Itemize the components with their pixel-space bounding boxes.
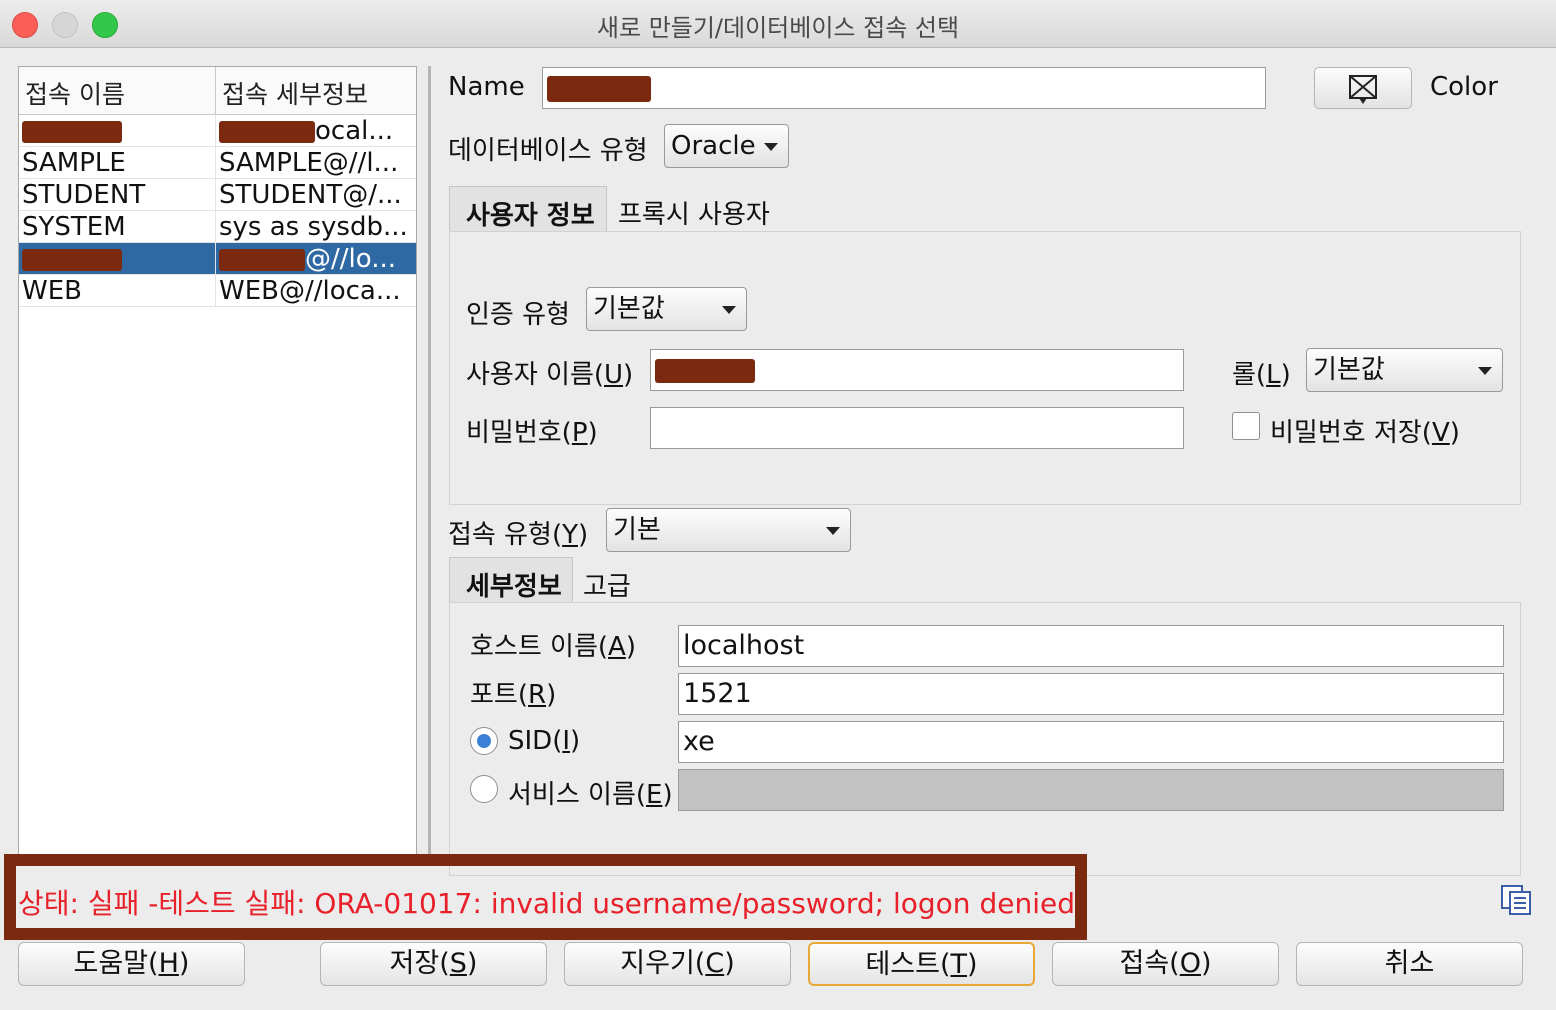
chevron-down-icon — [764, 143, 778, 151]
role-label: 롤(L) — [1232, 360, 1291, 390]
title-bar: 새로 만들기/데이터베이스 접속 선택 — [0, 0, 1556, 48]
connection-name: SYSTEM — [19, 211, 216, 242]
db-type-select[interactable]: Oracle — [664, 124, 789, 168]
dialog-window: 새로 만들기/데이터베이스 접속 선택 접속 이름 접속 세부정보 ocal..… — [0, 0, 1556, 1010]
username-field[interactable] — [650, 349, 1184, 391]
password-label: 비밀번호(P) — [466, 418, 598, 448]
username-label: 사용자 이름(U) — [466, 360, 634, 390]
name-label: Name — [448, 72, 525, 102]
connection-name: STUDENT — [19, 179, 216, 210]
redaction-mark — [655, 358, 755, 383]
db-type-label: 데이터베이스 유형 — [448, 136, 648, 166]
chevron-down-icon — [1478, 367, 1492, 375]
test-button[interactable]: 테스트(T) — [808, 942, 1035, 986]
save-button[interactable]: 저장(S) — [320, 942, 547, 986]
column-header-detail[interactable]: 접속 세부정보 — [216, 67, 416, 114]
role-value: 기본값 — [1313, 355, 1385, 385]
list-item[interactable]: SAMPLE SAMPLE@//l... — [19, 147, 416, 179]
auth-type-label: 인증 유형 — [466, 300, 570, 330]
connection-detail: SAMPLE@//l... — [219, 148, 399, 178]
window-title: 새로 만들기/데이터베이스 접속 선택 — [596, 14, 960, 42]
tab-proxy-user[interactable]: 프록시 사용자 — [618, 194, 770, 231]
sid-label: SID(I) — [508, 726, 581, 756]
connection-detail: ocal... — [315, 116, 394, 146]
save-password-checkbox[interactable] — [1232, 412, 1260, 440]
column-header-name[interactable]: 접속 이름 — [19, 67, 216, 114]
chevron-down-icon — [826, 527, 840, 535]
db-type-value: Oracle — [671, 131, 756, 161]
auth-type-value: 기본값 — [593, 294, 665, 324]
status-message: 상태: 실패 -테스트 실패: ORA-01017: invalid usern… — [18, 887, 1075, 920]
list-item-selected[interactable]: @//lo... — [19, 243, 416, 275]
tab-user-info[interactable]: 사용자 정보 — [449, 186, 607, 232]
copy-icon[interactable] — [1500, 884, 1534, 916]
sid-field[interactable]: xe — [678, 721, 1504, 763]
host-label: 호스트 이름(A) — [470, 632, 636, 662]
service-name-field — [678, 769, 1504, 811]
connect-button[interactable]: 접속(O) — [1052, 942, 1279, 986]
connection-detail: WEB@//loca... — [219, 276, 401, 306]
sid-radio[interactable] — [470, 727, 498, 755]
connection-detail: STUDENT@/... — [219, 180, 402, 210]
list-item[interactable]: WEB WEB@//loca... — [19, 275, 416, 307]
color-picker-button[interactable] — [1314, 67, 1412, 109]
connection-name: SAMPLE — [19, 147, 216, 178]
redaction-mark — [22, 248, 122, 271]
redaction-mark — [547, 75, 651, 102]
auth-type-select[interactable]: 기본값 — [586, 287, 747, 331]
connection-detail: sys as sysdb... — [219, 212, 408, 242]
conn-type-label: 접속 유형(Y) — [448, 520, 589, 550]
list-item[interactable]: STUDENT STUDENT@/... — [19, 179, 416, 211]
color-swatch-icon — [1349, 75, 1377, 104]
service-name-radio[interactable] — [470, 775, 498, 803]
role-select[interactable]: 기본값 — [1306, 348, 1503, 392]
host-field[interactable]: localhost — [678, 625, 1504, 667]
name-field[interactable] — [542, 67, 1266, 109]
redaction-mark — [219, 248, 305, 271]
port-label: 포트(R) — [470, 680, 557, 710]
tab-details[interactable]: 세부정보 — [449, 557, 573, 603]
password-field[interactable] — [650, 407, 1184, 449]
conn-type-value: 기본 — [613, 515, 661, 545]
list-item[interactable]: ocal... — [19, 115, 416, 147]
connection-detail: @//lo... — [305, 244, 396, 274]
list-header: 접속 이름 접속 세부정보 — [19, 67, 416, 115]
color-label: Color — [1430, 72, 1498, 102]
cancel-button[interactable]: 취소 — [1296, 942, 1523, 986]
connection-list[interactable]: 접속 이름 접속 세부정보 ocal... SAMPLE SAMPLE@//l.… — [18, 66, 417, 856]
pane-splitter[interactable] — [428, 66, 431, 866]
redaction-mark — [219, 120, 315, 143]
tab-advanced[interactable]: 고급 — [583, 566, 631, 603]
help-button[interactable]: 도움말(H) — [18, 942, 245, 986]
redaction-mark — [22, 120, 122, 143]
clear-button[interactable]: 지우기(C) — [564, 942, 791, 986]
list-item[interactable]: SYSTEM sys as sysdb... — [19, 211, 416, 243]
save-password-label: 비밀번호 저장(V) — [1270, 418, 1460, 448]
port-field[interactable]: 1521 — [678, 673, 1504, 715]
chevron-down-icon — [722, 306, 736, 314]
service-name-label: 서비스 이름(E) — [508, 780, 673, 810]
connection-name: WEB — [19, 275, 216, 306]
conn-type-select[interactable]: 기본 — [606, 508, 851, 552]
